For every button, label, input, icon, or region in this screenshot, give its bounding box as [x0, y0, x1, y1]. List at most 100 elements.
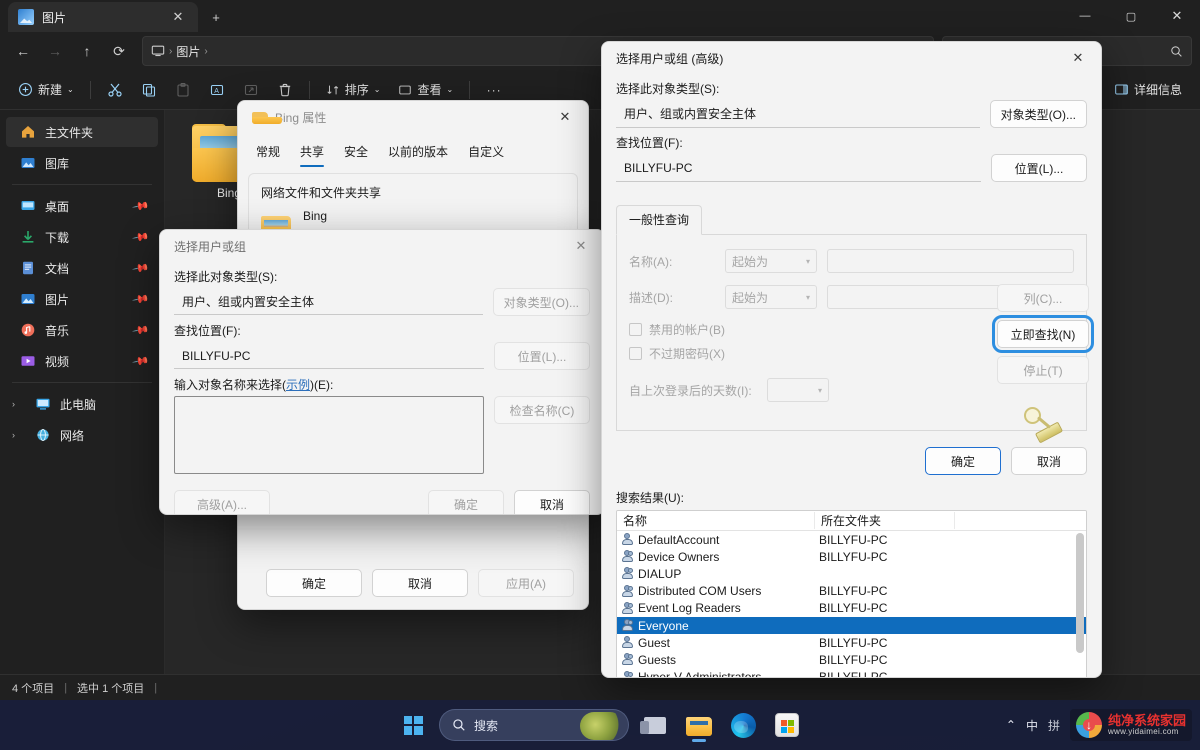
close-icon[interactable]: ✕: [1154, 0, 1200, 32]
chevron-right-icon[interactable]: ›: [12, 430, 26, 440]
advanced-button[interactable]: 高级(A)...: [174, 490, 270, 515]
sidebar-item-music[interactable]: 音乐 📌: [6, 315, 158, 345]
name-operator-select[interactable]: 起始为 ▾: [725, 249, 817, 273]
close-icon[interactable]: ✕: [1059, 43, 1097, 73]
table-row[interactable]: Distributed COM Users BILLYFU-PC: [617, 583, 1086, 600]
checkbox-icon[interactable]: [629, 323, 642, 336]
new-button[interactable]: 新建 ⌄: [10, 75, 82, 105]
sidebar-item-pictures[interactable]: 图片 📌: [6, 284, 158, 314]
locations-button[interactable]: 位置(L)...: [991, 154, 1087, 182]
sidebar-item-home[interactable]: 主文件夹: [6, 117, 158, 147]
close-icon[interactable]: ✕: [562, 231, 600, 261]
search-results-list[interactable]: 名称 所在文件夹 DefaultAccount BILLYFU-PC Devic…: [616, 510, 1087, 678]
sidebar-item-videos[interactable]: 视频 📌: [6, 346, 158, 376]
pin-icon[interactable]: 📌: [132, 197, 151, 216]
name-input[interactable]: [827, 249, 1074, 273]
results-scrollbar[interactable]: [1076, 533, 1084, 678]
tab-sharing[interactable]: 共享: [290, 137, 334, 167]
maximize-icon[interactable]: ▢: [1108, 0, 1154, 32]
forward-icon[interactable]: →: [40, 36, 70, 66]
check-names-button[interactable]: 检查名称(C): [494, 396, 590, 424]
minimize-icon[interactable]: —: [1062, 0, 1108, 32]
edge-icon: [731, 713, 756, 738]
toolbar-divider: [90, 81, 91, 99]
description-operator-select[interactable]: 起始为 ▾: [725, 285, 817, 309]
checkbox-icon[interactable]: [629, 347, 642, 360]
stop-button[interactable]: 停止(T): [997, 356, 1089, 384]
refresh-icon[interactable]: ⟳: [104, 36, 134, 66]
copy-button[interactable]: [133, 75, 165, 105]
result-folder: BILLYFU-PC: [819, 601, 959, 615]
examples-link[interactable]: 示例: [286, 378, 310, 392]
gallery-icon: [20, 155, 36, 171]
close-icon[interactable]: ✕: [166, 5, 190, 29]
table-row[interactable]: Guest BILLYFU-PC: [617, 634, 1086, 651]
table-row[interactable]: Device Owners BILLYFU-PC: [617, 548, 1086, 565]
pin-icon[interactable]: 📌: [132, 228, 151, 247]
close-icon[interactable]: ✕: [546, 102, 584, 132]
windows-logo-icon: [404, 716, 423, 735]
tab-common-queries[interactable]: 一般性查询: [616, 205, 702, 235]
days-since-logon-select[interactable]: ▾: [767, 378, 829, 402]
breadcrumb-separator[interactable]: ›: [204, 46, 207, 57]
ime-indicator[interactable]: 中: [1026, 717, 1038, 734]
object-types-button[interactable]: 对象类型(O)...: [990, 100, 1087, 128]
cancel-button[interactable]: 取消: [372, 569, 468, 597]
ok-button[interactable]: 确定: [925, 447, 1001, 475]
sidebar-item-gallery[interactable]: 图库: [6, 148, 158, 178]
pin-icon[interactable]: 📌: [132, 321, 151, 340]
new-tab-button[interactable]: +: [204, 5, 228, 29]
ime-mode-indicator[interactable]: 拼: [1048, 717, 1060, 734]
column-header-name[interactable]: 名称: [617, 512, 815, 529]
breadcrumb-item-pictures[interactable]: 图片: [176, 43, 200, 60]
pin-icon[interactable]: 📌: [132, 352, 151, 371]
columns-button[interactable]: 列(C)...: [997, 284, 1089, 312]
cut-button[interactable]: [99, 75, 131, 105]
chevron-right-icon[interactable]: ›: [12, 399, 26, 409]
tab-general[interactable]: 常规: [246, 137, 290, 167]
ok-button[interactable]: 确定: [428, 490, 504, 515]
table-row[interactable]: DefaultAccount BILLYFU-PC: [617, 531, 1086, 548]
details-pane-button[interactable]: 详细信息: [1106, 75, 1190, 105]
tab-customize[interactable]: 自定义: [458, 137, 514, 167]
object-types-button[interactable]: 对象类型(O)...: [493, 288, 590, 316]
back-icon[interactable]: ←: [8, 36, 38, 66]
table-row[interactable]: Guests BILLYFU-PC: [617, 651, 1086, 668]
table-row-selected[interactable]: Everyone: [617, 617, 1086, 634]
start-button[interactable]: [395, 707, 431, 743]
ok-button[interactable]: 确定: [266, 569, 362, 597]
task-view-button[interactable]: [637, 707, 673, 743]
sidebar-item-network[interactable]: › 网络: [6, 420, 158, 450]
taskbar-search[interactable]: 搜索: [439, 709, 629, 741]
locations-button[interactable]: 位置(L)...: [494, 342, 590, 370]
tab-previous-versions[interactable]: 以前的版本: [378, 137, 458, 167]
edge-button[interactable]: [725, 707, 761, 743]
sidebar-item-this-pc[interactable]: › 此电脑: [6, 389, 158, 419]
object-names-input[interactable]: [174, 396, 484, 474]
up-icon[interactable]: ↑: [72, 36, 102, 66]
cancel-button[interactable]: 取消: [1011, 447, 1087, 475]
sidebar-item-documents[interactable]: 文档 📌: [6, 253, 158, 283]
microsoft-store-button[interactable]: [769, 707, 805, 743]
file-explorer-button[interactable]: [681, 707, 717, 743]
group-icon: [621, 567, 634, 580]
tray-chevron-icon[interactable]: ⌃: [1006, 718, 1016, 732]
table-row[interactable]: Event Log Readers BILLYFU-PC: [617, 600, 1086, 617]
explorer-tab-pictures[interactable]: 图片 ✕: [8, 2, 198, 32]
pin-icon[interactable]: 📌: [132, 259, 151, 278]
paste-button[interactable]: [167, 75, 199, 105]
table-row[interactable]: DIALUP: [617, 565, 1086, 582]
column-header-folder[interactable]: 所在文件夹: [815, 512, 955, 529]
pin-icon[interactable]: 📌: [132, 290, 151, 309]
apply-button[interactable]: 应用(A): [478, 569, 574, 597]
tab-security[interactable]: 安全: [334, 137, 378, 167]
table-row[interactable]: Hyper-V Administrators BILLYFU-PC: [617, 669, 1086, 679]
cancel-button[interactable]: 取消: [514, 490, 590, 515]
object-type-label: 选择此对象类型(S):: [174, 268, 590, 285]
rename-button[interactable]: A: [201, 75, 233, 105]
find-now-button[interactable]: 立即查找(N): [997, 320, 1089, 348]
results-scrollbar-thumb[interactable]: [1076, 533, 1084, 653]
sidebar-item-desktop[interactable]: 桌面 📌: [6, 191, 158, 221]
copy-icon: [141, 82, 157, 98]
sidebar-item-downloads[interactable]: 下载 📌: [6, 222, 158, 252]
